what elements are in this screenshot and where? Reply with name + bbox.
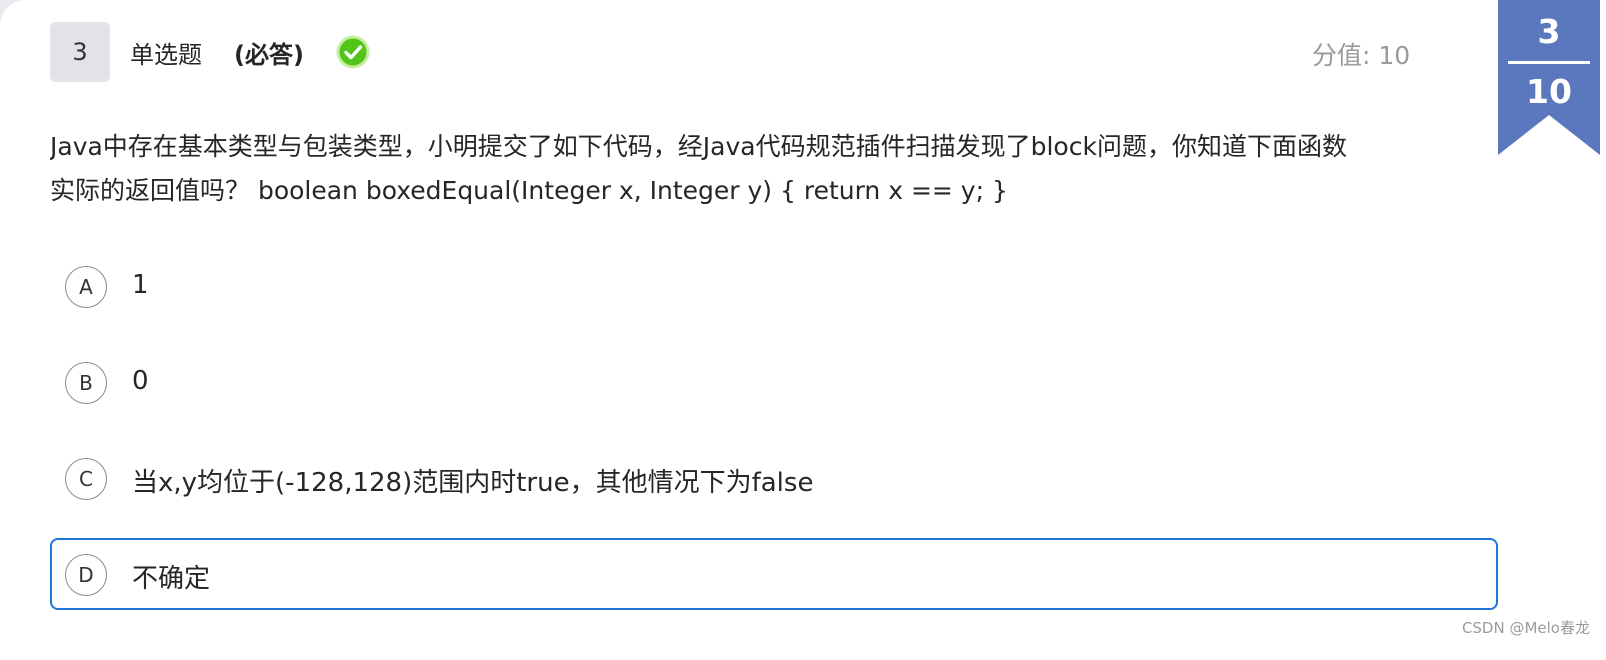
question-number: 3 — [50, 22, 110, 82]
option-a-badge[interactable]: A — [65, 266, 107, 308]
score-value: 分值: 10 — [1312, 41, 1411, 70]
option-d-text: 不确定 — [132, 564, 211, 594]
option-c-text: 当x,y均位于(-128,128)范围内时true，其他情况下为false — [132, 468, 814, 498]
progress-total: 10 — [1526, 72, 1572, 111]
watermark: CSDN @Melo春龙 — [1461, 619, 1590, 637]
option-b-badge[interactable]: B — [65, 362, 107, 404]
option-a-text: 1 — [132, 270, 149, 300]
progress-ribbon: 3 10 — [1498, 0, 1600, 155]
option-a[interactable]: A 1 — [50, 250, 1498, 322]
progress-current: 3 — [1537, 12, 1561, 51]
progress-divider — [1508, 61, 1590, 64]
option-d[interactable]: D 不确定 — [50, 538, 1498, 610]
option-c-badge[interactable]: C — [65, 458, 107, 500]
stem-line-2: 实际的返回值吗？ boolean boxedEqual(Integer x, I… — [50, 176, 1008, 205]
option-b-text: 0 — [132, 366, 149, 396]
required-label: (必答) — [234, 41, 304, 69]
option-c[interactable]: C 当x,y均位于(-128,128)范围内时true，其他情况下为false — [50, 442, 1498, 514]
stem-line-1: Java中存在基本类型与包装类型，小明提交了如下代码，经Java代码规范插件扫描… — [50, 132, 1347, 161]
question-type: 单选题 — [130, 41, 202, 69]
check-circle-icon — [336, 35, 370, 69]
question-card: 3 单选题 (必答) 分值: 10 3 10 Java中存在基本类型与包装类型，… — [0, 0, 1606, 660]
question-stem: Java中存在基本类型与包装类型，小明提交了如下代码，经Java代码规范插件扫描… — [50, 125, 1500, 215]
option-b[interactable]: B 0 — [50, 346, 1498, 418]
option-d-badge[interactable]: D — [65, 554, 107, 596]
